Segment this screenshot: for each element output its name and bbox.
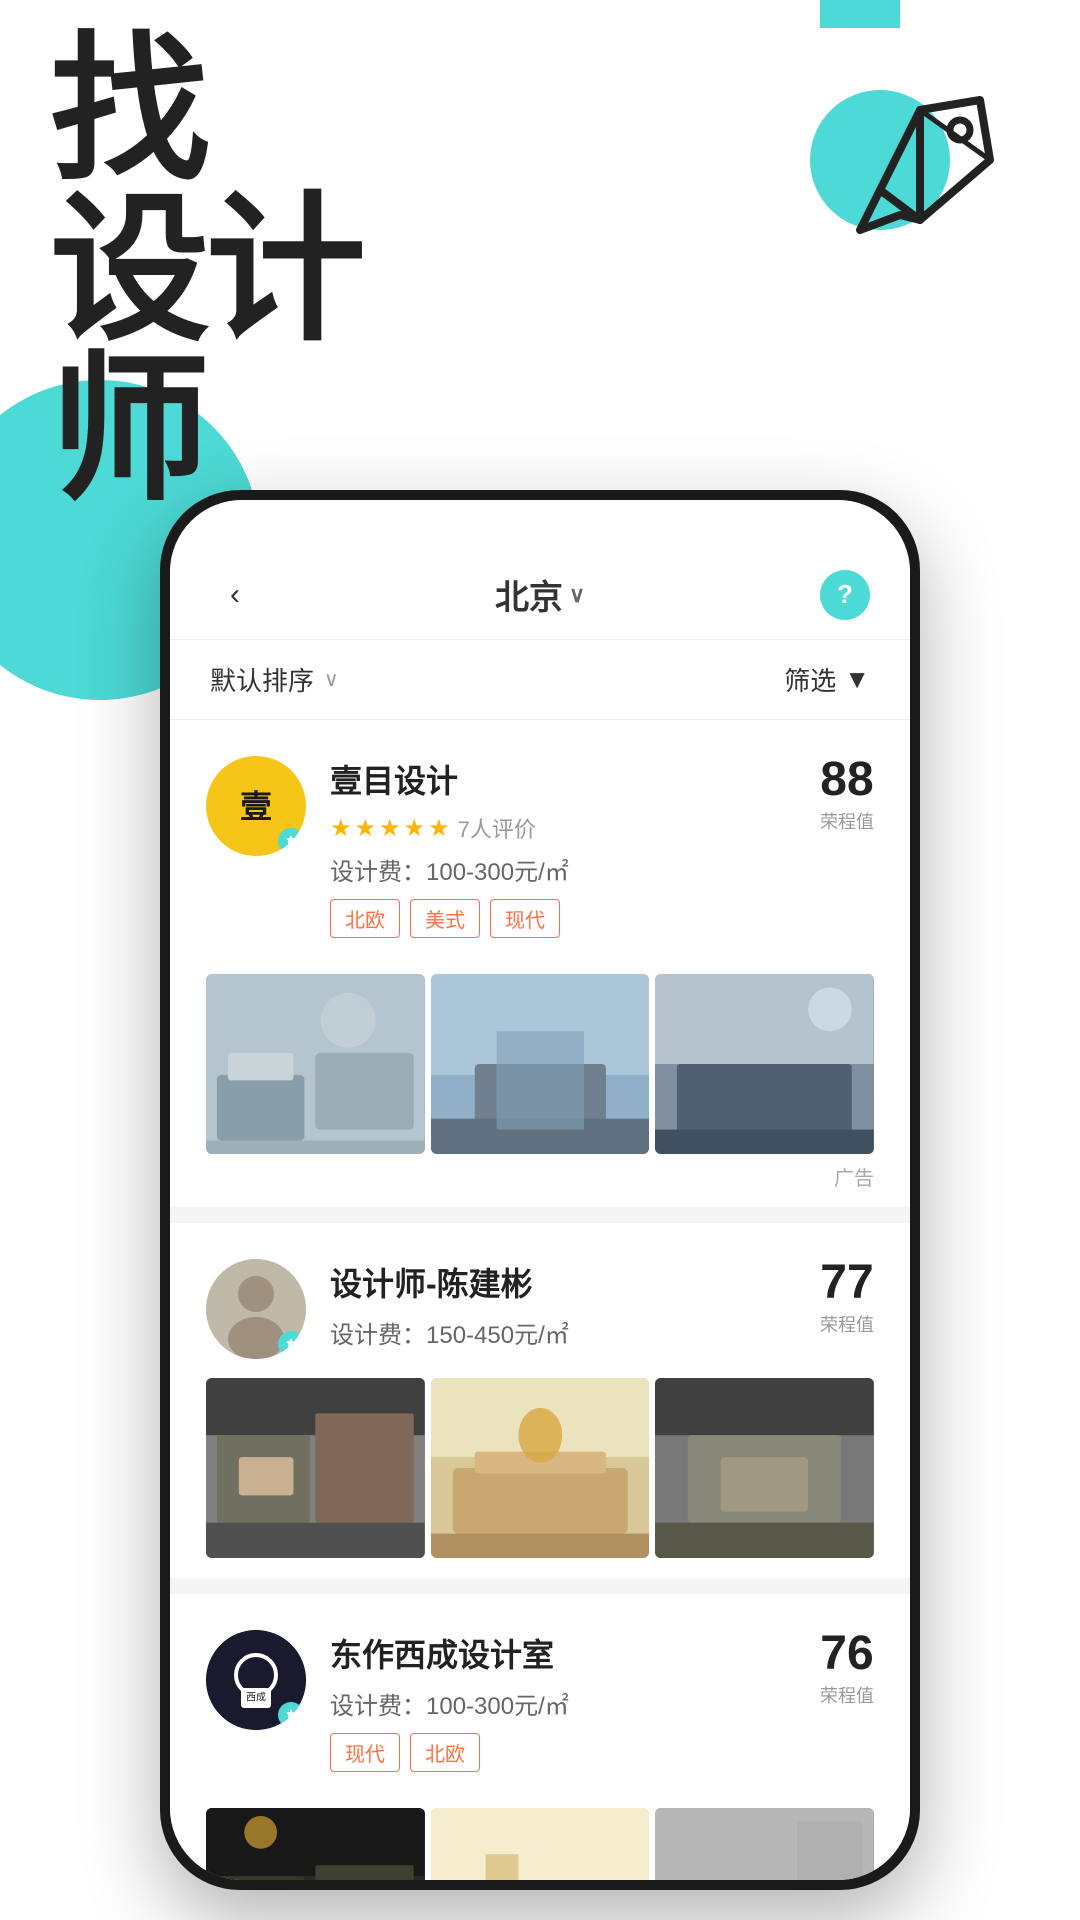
help-icon: ? [837, 579, 853, 610]
avatar-1: 壹 [206, 756, 306, 856]
svg-text:壹: 壹 [240, 788, 272, 824]
card-header-left-3: 东作 西成 东作西成设计室 设计费：100-300元/㎡ [206, 1630, 569, 1792]
score-box-1: 88 荣程值 [820, 756, 874, 834]
tag-modern-3: 现代 [330, 1733, 400, 1772]
avatar-badge-3 [278, 1702, 304, 1728]
score-label-1: 荣程值 [820, 808, 874, 834]
back-button[interactable]: ‹ [210, 570, 260, 620]
avatar-2 [206, 1259, 306, 1359]
bg-decoration-rect [820, 0, 900, 28]
sort-button[interactable]: 默认排序 ∨ [210, 661, 339, 698]
card-tags-3: 现代 北欧 [330, 1733, 569, 1772]
help-button[interactable]: ? [820, 570, 870, 620]
designer-name-1: 壹目设计 [330, 756, 569, 802]
nav-bar: ‹ 北京 ∨ ? [170, 550, 910, 640]
tag-nordic-3: 北欧 [410, 1733, 480, 1772]
photo-grid-1 [206, 974, 874, 1154]
pen-icon [820, 60, 1020, 260]
city-chevron-icon: ∨ [569, 582, 585, 608]
photo-img-3-2 [431, 1808, 650, 1880]
star-1: ★ [330, 814, 352, 843]
star-2: ★ [355, 814, 377, 843]
card-info-2: 设计师-陈建彬 设计费：150-450元/㎡ [330, 1259, 569, 1362]
svg-text:西成: 西成 [246, 1692, 266, 1704]
city-label: 北京 [495, 570, 563, 619]
score-box-3: 76 荣程值 [820, 1630, 874, 1708]
stars-1: ★ ★ ★ ★ ★ [330, 814, 450, 843]
card-header-3: 东作 西成 东作西成设计室 设计费：100-300元/㎡ [206, 1630, 874, 1792]
score-label-3: 荣程值 [820, 1682, 874, 1708]
photo-img-3-1 [206, 1808, 425, 1880]
phone-mockup: ‹ 北京 ∨ ? 默认排序 ∨ 筛选 ▼ [160, 490, 920, 1890]
designer-card-1[interactable]: 壹 壹目设计 ★ ★ [170, 720, 910, 1207]
avatar-badge-1 [278, 828, 304, 854]
svg-text:东作: 东作 [242, 1673, 270, 1689]
photo-1-3[interactable] [655, 974, 874, 1154]
photo-2-2[interactable] [431, 1378, 650, 1558]
photo-img-3-3 [655, 1808, 874, 1880]
sort-chevron-icon: ∨ [324, 667, 339, 692]
filter-icon: ▼ [844, 664, 870, 695]
ad-label-1: 广告 [206, 1154, 874, 1207]
avatar-badge-2 [278, 1331, 304, 1357]
card-info-1: 壹目设计 ★ ★ ★ ★ ★ 7人评价 [330, 756, 569, 958]
filter-label: 筛选 [784, 661, 836, 698]
phone-screen: ‹ 北京 ∨ ? 默认排序 ∨ 筛选 ▼ [170, 500, 910, 1880]
rating-count-1: 7人评价 [458, 812, 536, 844]
card-price-1: 设计费：100-300元/㎡ [330, 852, 569, 887]
card-price-2: 设计费：150-450元/㎡ [330, 1315, 569, 1350]
score-number-2: 77 [820, 1259, 874, 1307]
photo-1-1[interactable] [206, 974, 425, 1154]
tag-american-1: 美式 [410, 899, 480, 938]
star-3: ★ [379, 814, 401, 843]
card-header-left-2: 设计师-陈建彬 设计费：150-450元/㎡ [206, 1259, 569, 1362]
card-header-2: 设计师-陈建彬 设计费：150-450元/㎡ 77 荣程值 [206, 1259, 874, 1362]
card-price-3: 设计费：100-300元/㎡ [330, 1686, 569, 1721]
photo-3-3[interactable] [655, 1808, 874, 1880]
content-area: 壹 壹目设计 ★ ★ [170, 720, 910, 1880]
hero-line1: 找 [50, 30, 362, 190]
hero-line3: 师 [50, 350, 362, 510]
photo-img-2-2 [431, 1378, 650, 1558]
score-box-2: 77 荣程值 [820, 1259, 874, 1337]
tag-nordic-1: 北欧 [330, 899, 400, 938]
star-5: ★ [428, 814, 450, 843]
photo-grid-2 [206, 1378, 874, 1558]
photo-grid-3 [206, 1808, 874, 1880]
score-label-2: 荣程值 [820, 1311, 874, 1337]
star-4: ★ [404, 814, 426, 843]
card-header-1: 壹 壹目设计 ★ ★ [206, 756, 874, 958]
photo-img-1-1 [206, 974, 425, 1154]
back-icon: ‹ [230, 578, 240, 612]
photo-2-3[interactable] [655, 1378, 874, 1558]
tag-modern-1: 现代 [490, 899, 560, 938]
sort-label: 默认排序 [210, 661, 314, 698]
designer-card-2[interactable]: 设计师-陈建彬 设计费：150-450元/㎡ 77 荣程值 [170, 1223, 910, 1578]
status-bar [170, 500, 910, 550]
photo-img-1-2 [431, 974, 650, 1154]
photo-1-2[interactable] [431, 974, 650, 1154]
photo-img-1-3 [655, 974, 874, 1154]
designer-name-2: 设计师-陈建彬 [330, 1259, 569, 1305]
card-info-3: 东作西成设计室 设计费：100-300元/㎡ 现代 北欧 [330, 1630, 569, 1792]
card-tags-1: 北欧 美式 现代 [330, 899, 569, 938]
card-header-left-1: 壹 壹目设计 ★ ★ [206, 756, 569, 958]
photo-2-1[interactable] [206, 1378, 425, 1558]
photo-img-2-3 [655, 1378, 874, 1558]
nav-title[interactable]: 北京 ∨ [495, 570, 585, 619]
photo-img-2-1 [206, 1378, 425, 1558]
designer-card-3[interactable]: 东作 西成 东作西成设计室 设计费：100-300元/㎡ [170, 1594, 910, 1880]
filter-bar: 默认排序 ∨ 筛选 ▼ [170, 640, 910, 720]
photo-3-1[interactable] [206, 1808, 425, 1880]
score-number-1: 88 [820, 756, 874, 804]
filter-button[interactable]: 筛选 ▼ [784, 661, 870, 698]
hero-line2: 设计 [50, 190, 362, 350]
hero-text: 找 设计 师 [50, 30, 362, 510]
photo-3-2[interactable] [431, 1808, 650, 1880]
avatar-3: 东作 西成 [206, 1630, 306, 1730]
score-number-3: 76 [820, 1630, 874, 1678]
designer-name-3: 东作西成设计室 [330, 1630, 569, 1676]
card-rating-1: ★ ★ ★ ★ ★ 7人评价 [330, 812, 569, 844]
